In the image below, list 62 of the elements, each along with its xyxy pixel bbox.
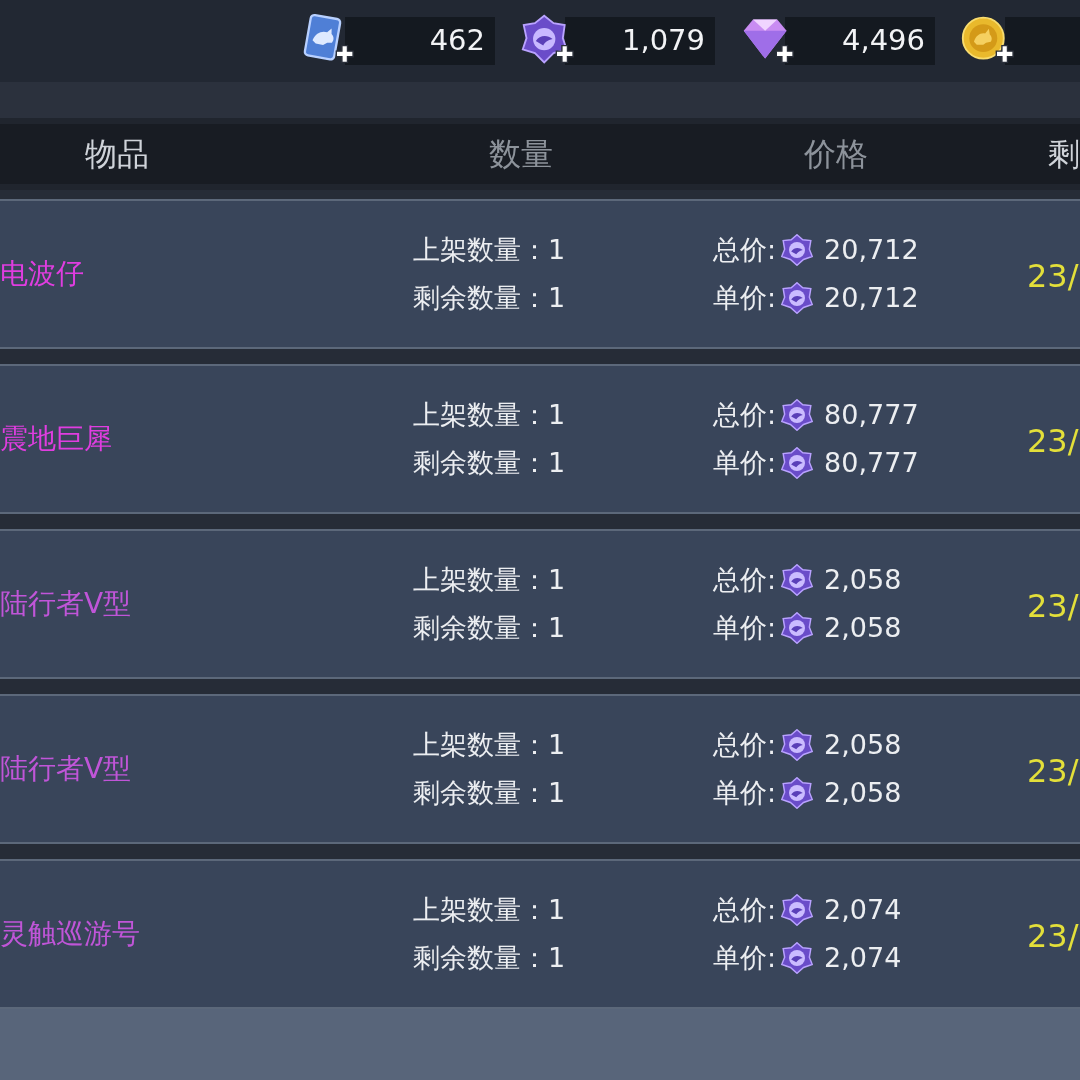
- listed-quantity: 上架数量：1: [413, 893, 566, 927]
- listing-row[interactable]: 陆行者V型 上架数量：1 剩余数量：1 总价: 2,058 单价: 2,058 23/: [0, 529, 1080, 679]
- remaining-quantity: 剩余数量：1: [413, 611, 566, 645]
- unit-price: 2,074: [824, 941, 902, 975]
- emblem-icon: [781, 777, 814, 809]
- emblem-icon: [781, 942, 814, 974]
- remaining-time: 23/: [1027, 916, 1079, 957]
- unit-price-label: 单价:: [713, 776, 777, 810]
- total-price-label: 总价:: [713, 233, 777, 267]
- emblem-icon: [781, 729, 814, 761]
- currency-amount: 4,496: [785, 17, 935, 65]
- emblem-icon: [781, 234, 814, 266]
- item-name: 陆行者V型: [0, 587, 132, 620]
- item-name: 电波仔: [0, 257, 84, 290]
- remaining-time: 23/: [1027, 751, 1079, 792]
- listing-row[interactable]: 灵触巡游号 上架数量：1 剩余数量：1 总价: 2,074 单价: 2,074 23/: [0, 859, 1080, 1009]
- unit-price-label: 单价:: [713, 281, 777, 315]
- listing-row[interactable]: 陆行者V型 上架数量：1 剩余数量：1 总价: 2,058 单价: 2,058 23/: [0, 694, 1080, 844]
- emblem-icon: [781, 399, 814, 431]
- total-price-label: 总价:: [713, 728, 777, 762]
- emblem-icon: [781, 894, 814, 926]
- unit-price: 2,058: [824, 611, 902, 645]
- emblem-icon: [781, 447, 814, 479]
- total-price: 2,074: [824, 893, 902, 927]
- currency-amount: 462: [345, 17, 495, 65]
- emblem-icon: [781, 282, 814, 314]
- listed-quantity: 上架数量：1: [413, 563, 566, 597]
- remaining-quantity: 剩余数量：1: [413, 281, 566, 315]
- listed-quantity: 上架数量：1: [413, 398, 566, 432]
- unit-price-label: 单价:: [713, 446, 777, 480]
- unit-price-label: 单价:: [713, 611, 777, 645]
- currency-amount: 1,079: [565, 17, 715, 65]
- column-header: 剩: [1048, 135, 1080, 173]
- remaining-time: 23/: [1027, 586, 1079, 627]
- listing-row[interactable]: 电波仔 上架数量：1 剩余数量：1 总价: 20,712 单价: 20,712 23/: [0, 199, 1080, 349]
- unit-price: 20,712: [824, 281, 919, 315]
- total-price: 2,058: [824, 728, 902, 762]
- column-header: 物品: [85, 135, 149, 173]
- total-price: 80,777: [824, 398, 919, 432]
- emblem-icon: [781, 564, 814, 596]
- item-name: 陆行者V型: [0, 752, 132, 785]
- item-name: 震地巨犀: [0, 422, 112, 455]
- remaining-time: 23/: [1027, 256, 1079, 297]
- total-price: 20,712: [824, 233, 919, 267]
- remaining-time: 23/: [1027, 421, 1079, 462]
- remaining-quantity: 剩余数量：1: [413, 776, 566, 810]
- column-header: 数量: [489, 135, 553, 173]
- unit-price: 80,777: [824, 446, 919, 480]
- item-name: 灵触巡游号: [0, 917, 140, 950]
- unit-price: 2,058: [824, 776, 902, 810]
- emblem-icon: [781, 612, 814, 644]
- remaining-quantity: 剩余数量：1: [413, 941, 566, 975]
- listed-quantity: 上架数量：1: [413, 728, 566, 762]
- total-price-label: 总价:: [713, 893, 777, 927]
- total-price: 2,058: [824, 563, 902, 597]
- column-header: 价格: [804, 135, 868, 173]
- listed-quantity: 上架数量：1: [413, 233, 566, 267]
- total-price-label: 总价:: [713, 563, 777, 597]
- unit-price-label: 单价:: [713, 941, 777, 975]
- total-price-label: 总价:: [713, 398, 777, 432]
- remaining-quantity: 剩余数量：1: [413, 446, 566, 480]
- listing-row[interactable]: 震地巨犀 上架数量：1 剩余数量：1 总价: 80,777 单价: 80,777 23/: [0, 364, 1080, 514]
